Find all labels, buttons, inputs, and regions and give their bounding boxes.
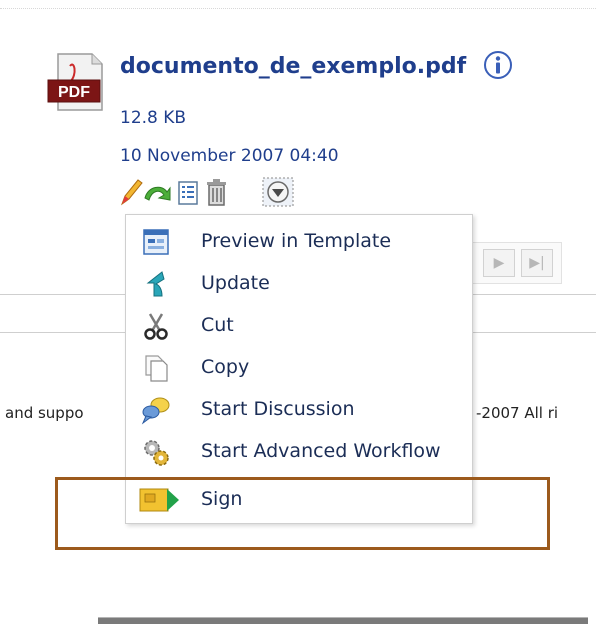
green-arrow-icon[interactable] (142, 176, 174, 208)
document-filename-link[interactable]: documento_de_exemplo.pdf (120, 54, 466, 79)
dropdown-menu-icon[interactable] (260, 176, 296, 208)
footer-text-right: -2007 All ri (476, 404, 559, 422)
menu-item-start-advanced-workflow[interactable]: Start Advanced Workflow (126, 431, 472, 471)
footer-text-left: and suppo (5, 404, 84, 422)
top-divider (0, 8, 596, 9)
menu-item-label: Cut (201, 314, 234, 336)
menu-item-label: Update (201, 272, 270, 294)
template-preview-icon (143, 229, 169, 255)
menu-item-start-discussion[interactable]: Start Discussion (126, 389, 472, 429)
copy-pages-icon (145, 355, 168, 382)
workflow-gear-icon (144, 440, 169, 466)
document-size: 12.8 KB (120, 108, 187, 128)
pager-next-button[interactable]: ▶ (483, 249, 515, 277)
menu-item-preview-in-template[interactable]: Preview in Template (126, 221, 472, 261)
menu-item-label: Preview in Template (201, 230, 392, 252)
trash-icon[interactable] (202, 176, 230, 208)
scissors-icon (144, 313, 168, 340)
pagination-controls: ▶ ▶| (472, 242, 562, 284)
menu-item-cut[interactable]: Cut (126, 305, 472, 345)
bottom-bar (98, 617, 588, 624)
pdf-file-icon[interactable]: PDF (40, 52, 110, 112)
menu-item-label: Start Discussion (201, 398, 355, 420)
update-arrow-icon (146, 271, 165, 297)
menu-item-copy[interactable]: Copy (126, 347, 472, 387)
pager-last-button[interactable]: ▶| (521, 249, 553, 277)
divider (466, 294, 596, 295)
menu-item-label: Start Advanced Workflow (201, 440, 441, 462)
document-date: 10 November 2007 04:40 (120, 146, 339, 166)
menu-item-label: Copy (201, 356, 250, 378)
divider (0, 294, 125, 295)
info-icon[interactable] (483, 50, 513, 80)
pencil-edit-icon[interactable] (116, 176, 144, 208)
discussion-icon (141, 397, 170, 425)
highlight-box (55, 477, 550, 550)
pdf-badge-text: PDF (58, 84, 90, 101)
details-list-icon[interactable] (174, 176, 202, 208)
menu-item-update[interactable]: Update (126, 263, 472, 303)
